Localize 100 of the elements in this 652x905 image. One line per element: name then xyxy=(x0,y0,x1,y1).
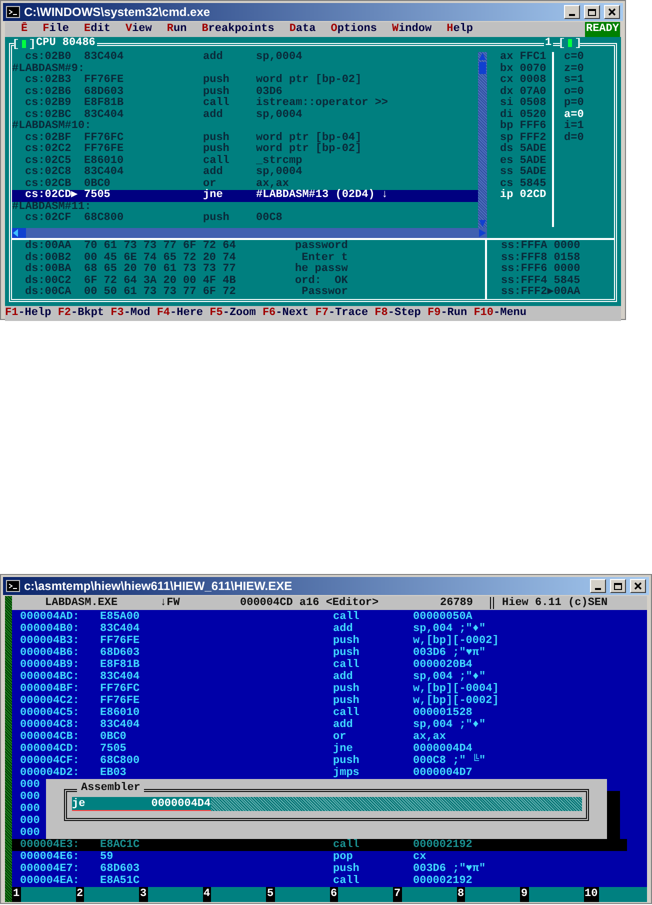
menu-item[interactable]: File xyxy=(42,22,70,37)
row-address: 000004CB: xyxy=(20,731,80,743)
close-box-icon[interactable] xyxy=(560,38,580,48)
row-operand: cx xyxy=(413,851,426,863)
file-name: LABDASM.EXE xyxy=(45,596,119,610)
row-address: 000004C2: xyxy=(20,695,80,707)
register-value: bp FFF6 xyxy=(500,121,548,132)
menu-item[interactable]: Ē xyxy=(21,22,28,37)
mode-label: ↓FW xyxy=(160,596,181,610)
dump-address: ds:00C2 xyxy=(25,276,72,286)
row-bytes: 68D603 xyxy=(100,863,141,875)
code-label: #LABDASM#11: xyxy=(12,202,92,212)
close-button[interactable] xyxy=(604,5,620,19)
code-row[interactable]: cs:02CD▶ 7505 jne #LABDASM#13 (02D4) ↓ xyxy=(12,190,478,202)
function-key[interactable]: 6 xyxy=(330,887,393,902)
row-bytes: 83C404 xyxy=(100,671,141,683)
row-bytes: 68D603 xyxy=(100,647,141,659)
dump-ascii: he passw xyxy=(295,264,348,275)
function-key[interactable]: F6-Next xyxy=(262,306,309,320)
vertical-scrollbar[interactable] xyxy=(478,52,487,228)
row-operand: sp,004 ;"♦" xyxy=(413,623,486,635)
row-bytes: 0BC0 xyxy=(100,731,128,743)
menu-item[interactable]: Options xyxy=(330,22,377,37)
function-key[interactable]: 3 xyxy=(139,887,202,902)
dump-ascii: Passwor xyxy=(300,287,348,298)
minimize-button[interactable] xyxy=(564,5,580,19)
function-key[interactable]: 9 xyxy=(520,887,584,902)
row-address: 000 xyxy=(20,827,40,839)
pane-number: 1 xyxy=(544,38,553,49)
row-mnemonic: pop xyxy=(333,851,354,863)
window-title: C:\WINDOWS\system32\cmd.exe xyxy=(24,4,212,21)
row-mnemonic: add xyxy=(333,671,354,683)
close-button[interactable] xyxy=(630,579,646,593)
register-value: cx 0008 xyxy=(500,75,548,86)
function-key[interactable]: F3-Mod xyxy=(110,306,150,320)
function-key[interactable]: F7-Trace xyxy=(315,306,368,320)
maximize-icon xyxy=(587,8,597,16)
minimize-button[interactable] xyxy=(590,579,606,593)
row-address: 000 xyxy=(20,815,40,827)
function-key[interactable]: 1 xyxy=(12,887,76,902)
register-value: dx 07A0 xyxy=(500,86,548,98)
row-mnemonic: push xyxy=(333,683,360,695)
function-key[interactable]: 7 xyxy=(393,887,456,902)
function-key[interactable]: 2 xyxy=(76,887,139,902)
function-key[interactable]: F8-Step xyxy=(374,306,421,320)
menu-item[interactable]: Window xyxy=(392,22,432,37)
function-key[interactable]: 4 xyxy=(202,887,266,902)
pane-title: CPU 80486 xyxy=(35,38,96,49)
row-operand: w,[bp][-0004] xyxy=(413,683,499,695)
register-value: ss 5ADE xyxy=(500,167,548,178)
menu-item[interactable]: Run xyxy=(166,22,187,37)
menu-item[interactable]: Data xyxy=(289,22,316,37)
row-operand: 003D6 ;"♥π" xyxy=(413,647,486,659)
function-key[interactable]: F9-Run xyxy=(427,306,468,320)
maximize-button[interactable] xyxy=(610,579,626,593)
function-key[interactable]: F10-Menu xyxy=(474,306,527,320)
function-key[interactable]: 5 xyxy=(266,887,330,902)
register-value: di 0520 xyxy=(500,110,548,120)
row-bytes: 59 xyxy=(100,851,114,863)
function-key[interactable]: 8 xyxy=(456,887,520,902)
row-address: 000004CD: xyxy=(20,743,80,755)
register-value: bx 0070 xyxy=(500,64,548,74)
function-key[interactable]: F4-Here xyxy=(156,306,204,320)
row-address: 000004BC: xyxy=(20,671,80,683)
stack-entry: ss:FFF8 0158 xyxy=(501,252,582,264)
maximize-icon xyxy=(613,582,623,590)
horizontal-scrollbar[interactable] xyxy=(12,228,487,238)
row-operand: w,[bp][-0002] xyxy=(413,695,499,707)
row-address: 000 xyxy=(20,803,40,815)
row-address: 000004C5: xyxy=(20,707,80,719)
flag-value: i=1 xyxy=(564,121,585,132)
menu-item[interactable]: Breakpoints xyxy=(202,22,274,37)
row-address: 000004AD: xyxy=(20,611,80,623)
row-operand: sp,004 ;"♦" xyxy=(413,671,486,683)
row-bytes: E86010 xyxy=(100,707,141,719)
row-mnemonic: jne xyxy=(333,743,354,755)
close-box-icon[interactable] xyxy=(14,38,34,48)
row-mnemonic: call xyxy=(333,839,360,851)
function-key[interactable]: 10 xyxy=(584,887,647,902)
row-bytes: FF76FE xyxy=(100,635,141,647)
row-bytes: 68C800 xyxy=(100,755,141,767)
row-mnemonic: push xyxy=(333,647,360,659)
row-mnemonic: add xyxy=(333,719,354,731)
console-icon xyxy=(6,580,20,592)
row-operand: 0000004D4 xyxy=(413,743,472,755)
row-operand: 000002192 xyxy=(413,839,472,851)
dump-hex: 00 45 6E 74 65 72 20 74 xyxy=(84,252,237,264)
menu-item[interactable]: View xyxy=(125,22,152,37)
maximize-button[interactable] xyxy=(584,5,600,19)
flag-value: c=0 xyxy=(564,52,585,64)
function-key[interactable]: F5-Zoom xyxy=(210,306,256,320)
row-address: 000004BF: xyxy=(20,683,80,695)
row-mnemonic: call xyxy=(333,875,360,887)
menu-item[interactable]: Edit xyxy=(84,22,110,37)
register-value: si 0508 xyxy=(500,98,548,109)
function-key[interactable]: F1-Help xyxy=(5,306,52,320)
function-key[interactable]: F2-Bkpt xyxy=(58,306,104,320)
minimize-icon xyxy=(595,588,601,590)
menu-item[interactable]: Help xyxy=(446,22,473,37)
assembler-input[interactable]: je 0000004D4 xyxy=(72,797,582,811)
